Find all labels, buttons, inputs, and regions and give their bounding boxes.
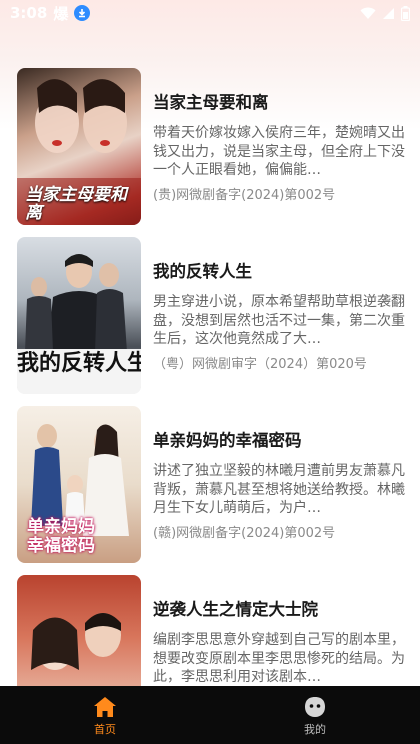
poster-title-art: 单亲妈妈幸福密码: [27, 517, 95, 556]
drama-title[interactable]: 单亲妈妈的幸福密码: [153, 430, 405, 452]
drama-card[interactable]: 单亲妈妈幸福密码 单亲妈妈的幸福密码 讲述了独立坚毅的林曦月遭前男友萧慕凡背叛，…: [17, 406, 407, 566]
drama-description: 带着天价嫁妆嫁入侯府三年，楚婉晴又出钱又出力，说是当家主母，但全府上下没一个人正…: [153, 125, 405, 178]
tab-home-label: 首页: [94, 723, 116, 736]
drama-poster[interactable]: 当家主母要和离: [17, 68, 141, 225]
battery-icon: [401, 5, 410, 21]
drama-card[interactable]: 当家主母要和离 当家主母要和离 带着天价嫁妆嫁入侯府三年，楚婉晴又出钱又出力，说…: [17, 68, 407, 228]
drama-description: 男主穿进小说，原本希望帮助草根逆袭翻盘，没想到居然也活不过一集，第二次重生后，这…: [153, 294, 405, 347]
tab-mine[interactable]: 我的: [210, 686, 420, 744]
drama-license: （粤）网微剧审字（2024）第020号: [153, 356, 367, 372]
home-icon: [94, 697, 116, 717]
drama-title[interactable]: 逆袭人生之情定大士院: [153, 599, 405, 621]
wifi-icon: [360, 7, 376, 19]
drama-info: 当家主母要和离 带着天价嫁妆嫁入侯府三年，楚婉晴又出钱又出力，说是当家主母，但全…: [153, 68, 405, 228]
drama-license: (赣)网微剧备字(2024)第002号: [153, 525, 336, 541]
app-notification-icon: 爆: [53, 4, 69, 23]
status-right: [360, 5, 410, 21]
drama-poster[interactable]: 我的反转人生: [17, 237, 141, 394]
status-left: 3:08 爆: [10, 3, 91, 24]
drama-info: 单亲妈妈的幸福密码 讲述了独立坚毅的林曦月遭前男友萧慕凡背叛，萧慕凡甚至想将她送…: [153, 406, 405, 566]
drama-description: 讲述了独立坚毅的林曦月遭前男友萧慕凡背叛，萧慕凡甚至想将她送给教授。林曦月生下女…: [153, 463, 405, 516]
status-bar: 3:08 爆: [0, 0, 420, 26]
drama-title[interactable]: 当家主母要和离: [153, 92, 405, 114]
drama-poster[interactable]: 单亲妈妈幸福密码: [17, 406, 141, 563]
status-time: 3:08: [10, 4, 48, 22]
poster-title-art: 我的反转人生: [17, 351, 141, 376]
download-icon: [74, 5, 91, 21]
drama-info: 我的反转人生 男主穿进小说，原本希望帮助草根逆袭翻盘，没想到居然也活不过一集，第…: [153, 237, 405, 397]
tab-home[interactable]: 首页: [0, 686, 210, 744]
drama-card[interactable]: 我的反转人生 我的反转人生 男主穿进小说，原本希望帮助草根逆袭翻盘，没想到居然也…: [17, 237, 407, 397]
drama-license: (贵)网微剧备字(2024)第002号: [153, 187, 336, 203]
signal-icon: [383, 7, 394, 19]
drama-description: 编剧李思思意外穿越到自己写的剧本里，想要改变原剧本里李思思惨死的结局。为此，李思…: [153, 632, 405, 685]
profile-face-icon: [305, 697, 325, 717]
tab-mine-label: 我的: [304, 723, 326, 736]
bottom-tab-bar: 首页 我的: [0, 686, 420, 744]
drama-title[interactable]: 我的反转人生: [153, 261, 405, 283]
poster-title-art: 当家主母要和离: [25, 185, 127, 223]
